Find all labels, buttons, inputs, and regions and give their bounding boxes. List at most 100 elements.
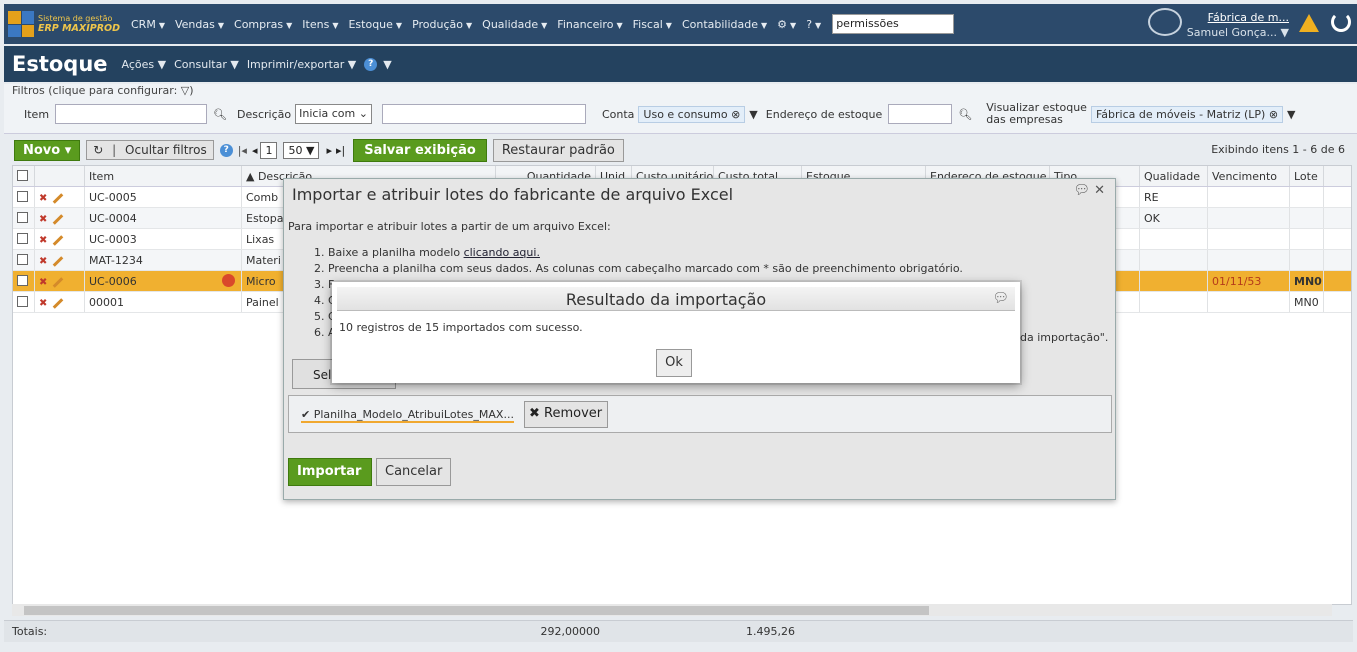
user-name: Samuel Gonça...: [1186, 26, 1278, 39]
selected-file[interactable]: ✔ Planilha_Modelo_AtribuiLotes_MAX...: [301, 408, 514, 423]
col-lote[interactable]: Lote: [1290, 166, 1324, 186]
scrollbar-thumb[interactable]: [24, 606, 929, 615]
prev-page-icon[interactable]: ◂: [252, 144, 258, 157]
help-caret-icon[interactable]: ▼: [383, 58, 391, 71]
help-icon[interactable]: ?: [364, 57, 378, 71]
filters-config[interactable]: Filtros (clique para configurar: ▽): [12, 84, 194, 97]
cell-item: 00001: [85, 292, 242, 312]
col-qualidade[interactable]: Qualidade: [1140, 166, 1208, 186]
menu-acoes[interactable]: Ações ▼: [122, 58, 167, 71]
menu-qualidade[interactable]: Qualidade ▼: [477, 18, 552, 31]
menu-consultar[interactable]: Consultar ▼: [174, 58, 239, 71]
cell-item: UC-0006: [85, 271, 242, 291]
page-header: Estoque Ações ▼ Consultar ▼ Imprimir/exp…: [4, 46, 1357, 82]
settings-gear-icon[interactable]: ⚙ ▼: [772, 18, 801, 31]
company-name[interactable]: Fábrica de m...: [1208, 11, 1289, 24]
cell-qualidade: OK: [1140, 208, 1208, 228]
per-page-select[interactable]: 50 ▼: [283, 141, 320, 159]
warning-icon[interactable]: [1299, 14, 1319, 32]
last-page-icon[interactable]: ▸|: [336, 144, 345, 157]
empresa-dropdown-icon[interactable]: ▼: [1287, 108, 1295, 121]
delete-icon[interactable]: ✖: [39, 235, 47, 246]
cancelar-button[interactable]: Cancelar: [376, 458, 451, 486]
cell-item: UC-0005: [85, 187, 242, 207]
company-user-box[interactable]: Fábrica de m... Samuel Gonça... ▼: [1187, 10, 1289, 40]
help-menu-icon[interactable]: ? ▼: [801, 18, 826, 31]
salvar-exibicao-button[interactable]: Salvar exibição: [353, 138, 487, 162]
remove-file-button[interactable]: ✖ Remover: [524, 401, 608, 428]
edit-icon[interactable]: [53, 255, 64, 267]
comment-icon[interactable]: 💬︎: [1073, 183, 1090, 198]
menu-fiscal[interactable]: Fiscal ▼: [628, 18, 677, 31]
close-icon[interactable]: ✕: [1094, 183, 1105, 198]
menu-compras[interactable]: Compras ▼: [229, 18, 297, 31]
item-filter-input[interactable]: [55, 104, 208, 124]
delete-icon[interactable]: ✖: [39, 277, 47, 288]
import-intro: Para importar e atribuir lotes a partir …: [288, 220, 611, 233]
row-checkbox[interactable]: [13, 292, 35, 312]
filter-funnel-icon[interactable]: ▽: [181, 84, 189, 97]
edit-icon[interactable]: [53, 213, 64, 225]
page-number-input[interactable]: 1: [260, 141, 278, 159]
horizontal-scrollbar[interactable]: [12, 604, 1332, 616]
cell-lote: MN0: [1290, 292, 1324, 312]
total-cost: 1.495,26: [746, 625, 795, 638]
conta-tag[interactable]: Uso e consumo ⊗: [638, 105, 746, 123]
menu-estoque[interactable]: Estoque ▼: [343, 18, 407, 31]
delete-icon[interactable]: ✖: [39, 193, 47, 204]
delete-icon[interactable]: ✖: [39, 298, 47, 309]
visualizar-label: Visualizar estoque das empresas: [986, 101, 1087, 126]
edit-icon[interactable]: [53, 276, 64, 288]
download-template-link[interactable]: clicando aqui.: [464, 246, 540, 259]
edit-icon[interactable]: [53, 297, 64, 309]
edit-icon[interactable]: [53, 192, 64, 204]
menu-contabilidade[interactable]: Contabilidade ▼: [677, 18, 772, 31]
top-search-input[interactable]: permissões: [832, 14, 955, 34]
restaurar-padrao-button[interactable]: Restaurar padrão: [492, 138, 624, 162]
novo-button[interactable]: Novo ▾: [14, 139, 81, 161]
chat-icon[interactable]: [1148, 8, 1182, 36]
select-all-checkbox[interactable]: [13, 166, 35, 186]
menu-financeiro[interactable]: Financeiro ▼: [552, 18, 627, 31]
ocultar-filtros-button[interactable]: Ocultar filtros: [125, 143, 207, 157]
app-logo[interactable]: Sistema de gestão ERP MAXIPROD: [8, 11, 126, 37]
item-search-icon[interactable]: 🔍︎: [213, 108, 227, 121]
logo-line1: Sistema de gestão: [38, 14, 113, 23]
endereco-filter-input[interactable]: [888, 104, 953, 124]
first-page-icon[interactable]: |◂: [238, 144, 247, 157]
alert-icon[interactable]: [222, 274, 235, 287]
top-navbar: Sistema de gestão ERP MAXIPROD CRM ▼ Venda…: [4, 4, 1357, 44]
edit-icon[interactable]: [53, 234, 64, 246]
menu-imprimir[interactable]: Imprimir/exportar ▼: [247, 58, 356, 71]
refresh-icon[interactable]: ↻: [93, 143, 103, 157]
comment-icon[interactable]: 💬︎: [992, 291, 1009, 306]
result-message: 10 registros de 15 importados com sucess…: [339, 321, 583, 334]
menu-vendas[interactable]: Vendas ▼: [170, 18, 229, 31]
conta-dropdown-icon[interactable]: ▼: [749, 108, 757, 121]
power-icon[interactable]: [1331, 12, 1351, 32]
col-vencimento[interactable]: Vencimento: [1208, 166, 1290, 186]
desc-mode-select[interactable]: Inicia com ⌄: [295, 104, 372, 124]
cell-item: UC-0003: [85, 229, 242, 249]
row-checkbox[interactable]: [13, 208, 35, 228]
menu-producao[interactable]: Produção ▼: [407, 18, 477, 31]
empresa-tag[interactable]: Fábrica de móveis - Matriz (LP) ⊗: [1090, 105, 1284, 123]
delete-icon[interactable]: ✖: [39, 214, 47, 225]
logo-line2: ERP MAXIPROD: [38, 23, 120, 34]
row-checkbox[interactable]: [13, 271, 35, 291]
endereco-search-icon[interactable]: 🔍︎: [958, 108, 972, 121]
importar-button[interactable]: Importar: [288, 458, 372, 486]
total-quantity: 292,00000: [540, 625, 601, 638]
next-page-icon[interactable]: ▸: [326, 144, 332, 157]
grid-help-icon[interactable]: ?: [219, 143, 233, 157]
col-item[interactable]: Item: [85, 166, 242, 186]
desc-filter-input[interactable]: [381, 104, 586, 124]
menu-crm[interactable]: CRM ▼: [126, 18, 170, 31]
menu-itens[interactable]: Itens ▼: [297, 18, 343, 31]
row-checkbox[interactable]: [13, 229, 35, 249]
delete-icon[interactable]: ✖: [39, 256, 47, 267]
toolbar-actions: ↻ | Ocultar filtros: [86, 140, 214, 160]
row-checkbox[interactable]: [13, 187, 35, 207]
ok-button[interactable]: Ok: [656, 349, 692, 377]
row-checkbox[interactable]: [13, 250, 35, 270]
